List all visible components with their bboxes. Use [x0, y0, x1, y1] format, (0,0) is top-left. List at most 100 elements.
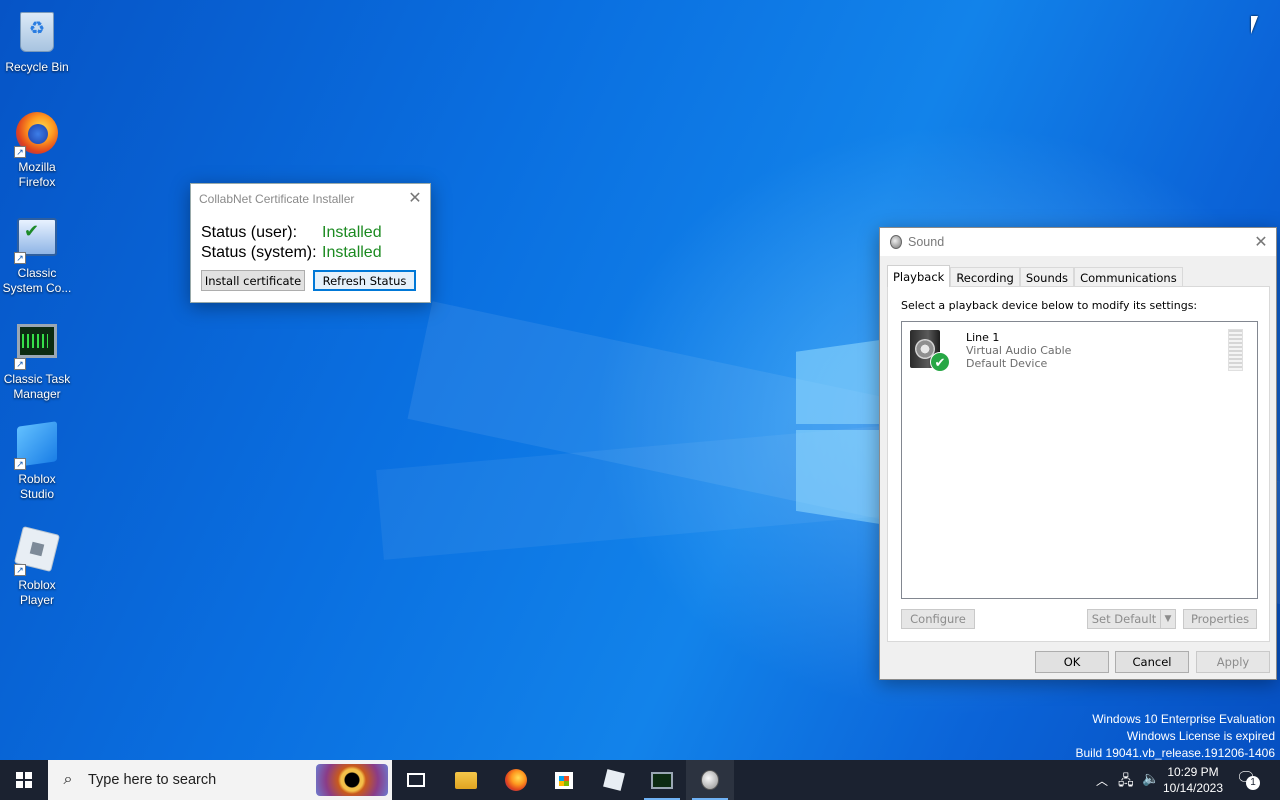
- desktop-icon-label: Recycle Bin: [5, 60, 69, 74]
- task-manager-icon: ↗: [14, 324, 60, 370]
- status-user-value: Installed: [322, 224, 382, 241]
- search-highlight-image: [316, 764, 388, 796]
- desktop-icon-label: Roblox Player: [18, 578, 56, 607]
- tab-sounds[interactable]: Sounds: [1019, 267, 1075, 287]
- panel-caption: Select a playback device below to modify…: [901, 299, 1198, 312]
- search-placeholder: Type here to search: [88, 772, 217, 788]
- taskbar-file-explorer[interactable]: [442, 760, 490, 800]
- firefox-icon: [505, 769, 527, 791]
- desktop-icon-roblox-studio[interactable]: ↗ Roblox Studio: [0, 421, 74, 502]
- tab-recording[interactable]: Recording: [950, 267, 1020, 287]
- device-row[interactable]: ✔ Line 1 Virtual Audio Cable Default Dev…: [904, 324, 1255, 374]
- watermark-build: Build 19041.vb_release.191206-1406: [1075, 746, 1276, 760]
- taskbar: ⌕ Type here to search ︿ 🖧 🔈 10:29 PM 10/…: [0, 760, 1280, 800]
- properties-button[interactable]: Properties: [1183, 609, 1257, 629]
- ok-button[interactable]: OK: [1035, 651, 1109, 673]
- status-system-row: Status (system): Installed: [201, 244, 382, 262]
- speaker-icon: [890, 235, 902, 249]
- search-icon: ⌕: [63, 771, 73, 788]
- volume-icon[interactable]: 🔈: [1142, 770, 1159, 787]
- shortcut-arrow-icon: ↗: [14, 458, 26, 470]
- speaker-device-icon: ✔: [910, 328, 950, 372]
- clock-time: 10:29 PM: [1167, 765, 1219, 779]
- mouse-cursor-icon: [1251, 16, 1265, 34]
- tab-playback[interactable]: Playback: [887, 265, 951, 287]
- wallpaper-windows-logo: [796, 300, 886, 530]
- store-icon: [555, 771, 573, 789]
- taskbar-roblox[interactable]: [590, 760, 638, 800]
- roblox-studio-icon: ↗: [14, 421, 60, 470]
- tab-strip: Playback Recording Sounds Communications: [887, 265, 1183, 287]
- windows-watermark: Windows 10 Enterprise Evaluation Windows…: [1076, 711, 1276, 760]
- window-titlebar[interactable]: Sound: [880, 228, 1276, 256]
- status-user-row: Status (user): Installed: [201, 224, 382, 242]
- clock-date: 10/14/2023: [1162, 781, 1224, 795]
- chevron-down-icon: ▼: [1164, 614, 1172, 624]
- status-user-label: Status (user):: [201, 224, 298, 241]
- desktop-icon-label: Classic Task Manager: [3, 372, 71, 401]
- status-system-value: Installed: [322, 244, 382, 261]
- apply-button[interactable]: Apply: [1196, 651, 1270, 673]
- volume-level-meter: [1228, 329, 1243, 371]
- control-panel-icon: ↗: [14, 218, 60, 264]
- shortcut-arrow-icon: ↗: [14, 358, 26, 370]
- window-titlebar[interactable]: CollabNet Certificate Installer: [191, 184, 430, 214]
- set-default-button[interactable]: Set Default: [1087, 609, 1161, 629]
- desktop-icon-label: Roblox Studio: [18, 472, 56, 501]
- task-manager-icon: [651, 771, 673, 789]
- device-list[interactable]: ✔ Line 1 Virtual Audio Cable Default Dev…: [901, 321, 1258, 599]
- watermark-edition: Windows 10 Enterprise Evaluation: [1092, 712, 1275, 726]
- taskbar-firefox[interactable]: [492, 760, 540, 800]
- close-icon: ✕: [408, 190, 422, 207]
- shortcut-arrow-icon: ↗: [14, 146, 26, 158]
- desktop-icon-label: Classic System Co...: [2, 266, 72, 295]
- chevron-up-icon[interactable]: ︿: [1096, 772, 1108, 789]
- firefox-icon: ↗: [14, 112, 60, 158]
- default-check-icon: ✔: [930, 352, 950, 372]
- taskbar-task-view[interactable]: [392, 760, 440, 800]
- watermark-license: Windows License is expired: [1126, 729, 1275, 743]
- search-box[interactable]: ⌕ Type here to search: [48, 760, 392, 800]
- close-button[interactable]: ✕: [400, 184, 430, 212]
- windows-logo-icon: [16, 772, 32, 788]
- roblox-icon: [603, 769, 625, 791]
- device-type: Virtual Audio Cable: [966, 344, 1072, 357]
- roblox-player-icon: ↗: [13, 525, 61, 576]
- playback-panel: Select a playback device below to modify…: [887, 286, 1270, 642]
- device-status: Default Device: [966, 357, 1048, 370]
- recycle-bin-icon: [14, 12, 60, 58]
- set-default-dropdown[interactable]: ▼: [1160, 609, 1176, 629]
- window-title: Sound: [908, 235, 945, 249]
- taskbar-clock[interactable]: 10:29 PM 10/14/2023: [1160, 764, 1226, 796]
- window-title: CollabNet Certificate Installer: [199, 192, 355, 206]
- taskbar-store[interactable]: [540, 760, 588, 800]
- folder-icon: [455, 771, 477, 789]
- close-icon: ✕: [1254, 234, 1268, 251]
- status-system-label: Status (system):: [201, 244, 317, 261]
- install-certificate-button[interactable]: Install certificate: [201, 270, 305, 291]
- notification-badge: 1: [1246, 776, 1260, 790]
- shortcut-arrow-icon: ↗: [14, 252, 26, 264]
- taskbar-task-manager[interactable]: [638, 760, 686, 800]
- desktop-icon-task-manager[interactable]: ↗ Classic Task Manager: [0, 320, 74, 402]
- device-name: Line 1: [966, 331, 1000, 344]
- cancel-button[interactable]: Cancel: [1115, 651, 1189, 673]
- desktop-icon-firefox[interactable]: ↗ Mozilla Firefox: [0, 112, 74, 190]
- shortcut-arrow-icon: ↗: [14, 564, 26, 576]
- desktop-icon-roblox-player[interactable]: ↗ Roblox Player: [0, 525, 74, 608]
- collabnet-installer-window: CollabNet Certificate Installer ✕ Status…: [190, 183, 431, 303]
- speaker-icon: [701, 770, 719, 790]
- sound-window: Sound ✕ Playback Recording Sounds Commun…: [879, 227, 1277, 680]
- desktop-icon-recycle-bin[interactable]: Recycle Bin: [0, 8, 74, 75]
- network-icon[interactable]: 🖧: [1118, 770, 1134, 794]
- close-button[interactable]: ✕: [1246, 228, 1276, 256]
- tab-communications[interactable]: Communications: [1074, 267, 1183, 287]
- desktop-icon-label: Mozilla Firefox: [18, 160, 56, 189]
- refresh-status-button[interactable]: Refresh Status: [313, 270, 416, 291]
- start-button[interactable]: [0, 760, 48, 800]
- task-view-icon: [407, 773, 425, 787]
- configure-button[interactable]: Configure: [901, 609, 975, 629]
- device-text: Line 1 Virtual Audio Cable Default Devic…: [966, 331, 1071, 370]
- desktop-icon-control-panel[interactable]: ↗ Classic System Co...: [0, 216, 74, 296]
- taskbar-sound[interactable]: [686, 760, 734, 800]
